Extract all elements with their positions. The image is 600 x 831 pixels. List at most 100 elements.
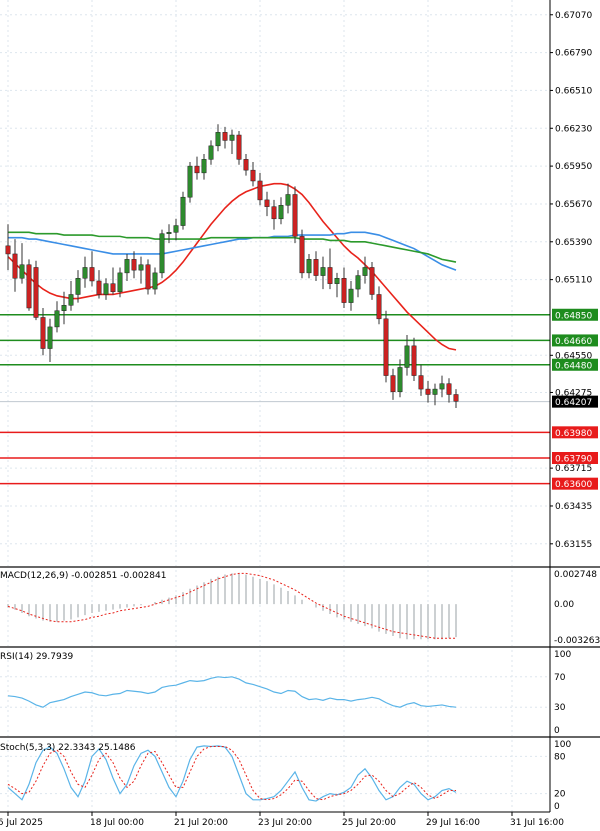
resistance-level-label: 0.64660 <box>555 337 592 347</box>
candle-bearish <box>418 375 424 390</box>
rsi-title: RSI(14) 29.7939 <box>0 652 73 662</box>
candle-bullish <box>306 259 312 274</box>
chart-background <box>0 0 600 831</box>
candle-bullish <box>215 132 221 147</box>
candle-bullish <box>138 264 144 271</box>
candle-bearish <box>257 180 263 201</box>
candle-bearish <box>96 280 102 295</box>
resistance-level-label: 0.64850 <box>555 311 592 321</box>
candle-bearish <box>222 132 228 141</box>
candle-bullish <box>54 310 60 328</box>
candle-bullish <box>159 233 165 274</box>
candle-bearish <box>89 267 95 282</box>
macd-y-label: 0.00 <box>554 600 574 610</box>
candle-bearish <box>446 383 452 395</box>
candle-bullish <box>82 267 88 279</box>
x-tick-label: 31 Jul 16:00 <box>510 818 564 828</box>
stoch-y-label: 80 <box>554 752 566 762</box>
candle-bearish <box>40 317 46 349</box>
candle-bearish <box>110 283 116 293</box>
macd-title: MACD(12,26,9) -0.002851 -0.002841 <box>0 571 166 581</box>
stoch-y-label: 100 <box>554 740 571 750</box>
candle-bearish <box>236 134 242 160</box>
candle-bearish <box>425 388 431 395</box>
y-tick-label: 0.63435 <box>555 502 592 512</box>
candle-bearish <box>194 165 200 174</box>
candle-bearish <box>369 267 375 295</box>
candle-bullish <box>173 225 179 233</box>
y-tick-label: 0.66510 <box>555 86 592 96</box>
resistance-level-label: 0.64480 <box>555 361 592 371</box>
y-tick-label: 0.65670 <box>555 200 592 210</box>
candle-bearish <box>341 278 347 303</box>
macd-y-label: 0.002748 <box>554 570 597 580</box>
candle-bullish <box>278 205 284 220</box>
candle-bearish <box>131 259 137 271</box>
rsi-y-label: 30 <box>554 703 566 713</box>
y-tick-label: 0.66790 <box>555 49 592 59</box>
candle-bearish <box>411 345 417 376</box>
candle-bullish <box>75 278 81 295</box>
support-level-label: 0.63790 <box>555 455 592 465</box>
candle-bullish <box>180 196 186 226</box>
candle-bullish <box>229 134 235 141</box>
candle-bullish <box>348 288 354 303</box>
y-tick-label: 0.63715 <box>555 464 592 474</box>
y-tick-label: 0.65950 <box>555 162 592 172</box>
support-level-label: 0.63980 <box>555 429 592 439</box>
candle-bullish <box>355 275 361 290</box>
candle-bullish <box>47 326 53 349</box>
candle-bearish <box>145 264 151 290</box>
rsi-y-label: 0 <box>554 726 560 736</box>
candle-bullish <box>61 305 67 311</box>
candle-bearish <box>26 264 32 309</box>
candle-bullish <box>68 294 74 306</box>
candle-bullish <box>362 267 368 276</box>
rsi-y-label: 70 <box>554 673 566 683</box>
price-chart[interactable]: 0.64850 0.64660 0.64480 0.63980 0.63790 0.636… <box>0 0 600 831</box>
current-price-label: 0.64207 <box>555 398 592 408</box>
candle-bullish <box>19 264 25 279</box>
candle-bullish <box>166 232 172 234</box>
candle-bearish <box>327 267 333 284</box>
candle-bearish <box>12 253 18 279</box>
x-tick-label: 16 Jul 2025 <box>0 818 43 828</box>
candle-bullish <box>152 272 158 290</box>
y-tick-label: 0.63155 <box>555 540 592 550</box>
x-tick-label: 23 Jul 20:00 <box>258 818 312 828</box>
y-tick-label: 0.64550 <box>555 351 592 361</box>
stoch-title: Stoch(5,3,3) 22.3343 25.1486 <box>0 743 136 753</box>
candle-bullish <box>208 145 214 160</box>
candle-bullish <box>285 194 291 206</box>
candle-bearish <box>5 245 11 255</box>
candle-bearish <box>250 169 256 182</box>
candle-bullish <box>439 383 445 390</box>
candle-bearish <box>292 194 298 237</box>
candle-bearish <box>453 394 459 402</box>
candle-bullish <box>432 388 438 395</box>
candle-bullish <box>334 278 340 284</box>
x-tick-label: 29 Jul 16:00 <box>426 818 480 828</box>
candle-bullish <box>201 159 207 174</box>
candle-bearish <box>299 236 305 274</box>
candle-bullish <box>187 165 193 198</box>
candle-bearish <box>264 199 270 207</box>
candle-bearish <box>271 206 277 220</box>
candle-bearish <box>383 318 389 376</box>
x-tick-label: 25 Jul 20:00 <box>342 818 396 828</box>
x-tick-label: 21 Jul 20:00 <box>174 818 228 828</box>
candle-bullish <box>397 367 403 393</box>
candle-bearish <box>243 159 249 171</box>
candle-bullish <box>103 283 109 295</box>
candle-bearish <box>33 267 39 318</box>
candle-bullish <box>404 345 410 368</box>
y-tick-label: 0.65110 <box>555 276 592 286</box>
candle-bullish <box>117 272 123 293</box>
y-tick-label: 0.65390 <box>555 238 592 248</box>
candle-bearish <box>376 294 382 320</box>
candle-bullish <box>320 267 326 276</box>
macd-y-label: -0.003263 <box>554 636 600 646</box>
y-tick-label: 0.67070 <box>555 11 592 21</box>
candle-bearish <box>390 375 396 393</box>
stoch-y-label: 0 <box>554 802 560 812</box>
